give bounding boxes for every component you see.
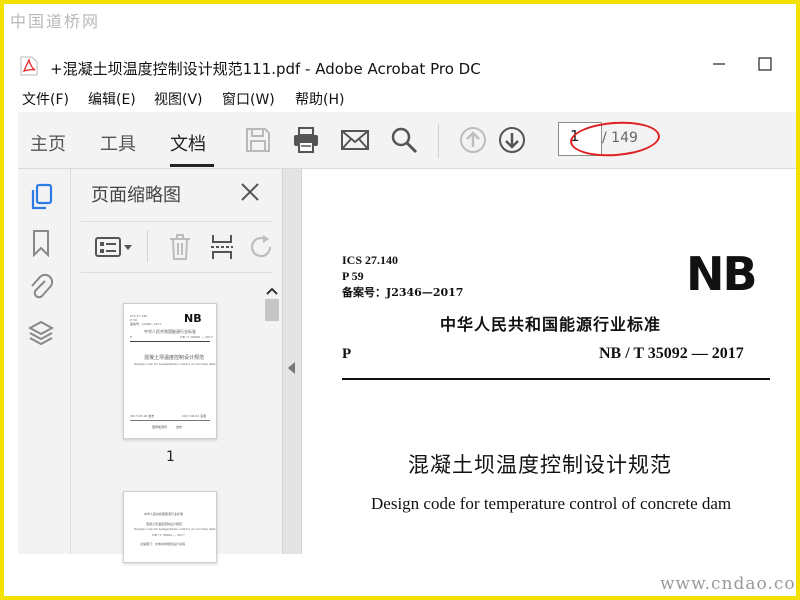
thumb-impl-date: 2017-08-01 实施 — [182, 414, 207, 418]
doc-nb-logo: NB — [686, 247, 758, 301]
left-navigation-rail — [18, 169, 70, 554]
pages-icon[interactable] — [28, 183, 54, 211]
tab-home[interactable]: 主页 — [30, 130, 66, 156]
screenshot-frame: 中国道桥网 +混凝土坝温度控制设计规范111.pdf - Adobe Acrob… — [4, 4, 796, 596]
doc-chinese-title: 混凝土坝温度控制设计规范 — [408, 453, 672, 477]
doc-p: P 59 — [342, 269, 364, 283]
panel-toolbar — [81, 221, 273, 273]
doc-ics: ICS 27.140 — [342, 253, 399, 267]
thumb-logo: NB — [184, 312, 202, 325]
toolbar-separator — [438, 124, 439, 158]
thumb2-en-title: Design code for temperature control of c… — [134, 527, 216, 531]
arrow-down-circle-icon[interactable] — [497, 125, 527, 155]
thumb-code: NB / T 35092 — 2017 — [180, 335, 213, 339]
menu-help[interactable]: 帮助(H) — [295, 89, 344, 109]
doc-issuer: 中华人民共和国能源行业标准 — [440, 315, 662, 334]
active-tab-indicator — [170, 164, 214, 167]
menu-file[interactable]: 文件(F) — [22, 89, 69, 109]
thumbnail-options-icon[interactable] — [95, 236, 133, 258]
thumb-bottom-rule — [130, 420, 210, 421]
doc-code-p: P — [342, 346, 352, 362]
pdf-file-icon — [20, 56, 38, 76]
title-bar: +混凝土坝温度控制设计规范111.pdf - Adobe Acrobat Pro… — [4, 48, 796, 84]
document-view: ICS 27.140 P 59 备案号：J2346—2017 NB 中华人民共和… — [302, 169, 796, 554]
doc-english-title: Design code for temperature control of c… — [371, 494, 732, 513]
search-icon[interactable] — [389, 125, 419, 155]
thumbnail-scrollbar[interactable] — [261, 279, 283, 554]
scroll-thumb[interactable] — [265, 299, 279, 321]
thumbnail-page-number: 1 — [166, 449, 175, 465]
menu-edit[interactable]: 编辑(E) — [88, 89, 136, 109]
thumb-en-title: Design code for temperature control of c… — [134, 362, 216, 366]
thumb-publisher-suffix: 发布 — [176, 425, 183, 429]
attachment-icon[interactable] — [28, 273, 54, 301]
watermark-top: 中国道桥网 — [10, 12, 101, 31]
thumb-rule — [130, 341, 210, 342]
doc-record-number: 备案号：J2346—2017 — [342, 286, 464, 299]
tab-document[interactable]: 文档 — [170, 130, 206, 156]
menu-view[interactable]: 视图(V) — [154, 89, 203, 109]
panel-splitter[interactable] — [282, 169, 302, 554]
collapse-arrow-icon[interactable] — [288, 362, 296, 374]
page-thumbnail-2[interactable]: 中华人民共和国能源行业标准 混凝土坝温度控制设计规范 Design code f… — [123, 491, 217, 563]
scroll-up-icon[interactable] — [266, 287, 278, 295]
bookmark-icon[interactable] — [28, 229, 54, 257]
save-icon[interactable] — [243, 125, 273, 155]
thumb-code-p: P — [130, 335, 133, 339]
print-icon[interactable] — [291, 125, 321, 155]
main-toolbar: 主页 工具 文档 1 / 149 — [18, 112, 796, 169]
thumb-record: 备案号：J2346—2017 — [130, 322, 162, 326]
thumb2-issuer: 中华人民共和国能源行业标准 — [144, 512, 184, 516]
menu-bar: 文件(F) 编辑(E) 视图(V) 窗口(W) 帮助(H) — [4, 86, 796, 110]
thumbnail-panel: 页面缩略图 ICS 27.140 P 59 备案号：J2346—2017 NB … — [70, 169, 283, 563]
insert-page-icon[interactable] — [209, 233, 235, 261]
minimize-button[interactable] — [707, 52, 731, 76]
thumb2-cn-title: 混凝土坝温度控制设计规范 — [146, 522, 183, 526]
thumb-publisher: 国家能源局 — [152, 425, 168, 429]
tab-tools[interactable]: 工具 — [100, 130, 136, 156]
close-icon[interactable] — [239, 181, 261, 203]
arrow-up-circle-icon[interactable] — [458, 125, 488, 155]
mail-icon[interactable] — [340, 125, 370, 155]
thumb-issue-date: 2017-03-28 发布 — [130, 414, 155, 418]
thumb2-line: 主编部门：水电水利规划设计总院 — [140, 542, 186, 546]
thumb-cn-title: 混凝土坝温度控制设计规范 — [144, 355, 205, 361]
window-title: +混凝土坝温度控制设计规范111.pdf - Adobe Acrobat Pro… — [50, 60, 481, 78]
menu-window[interactable]: 窗口(W) — [222, 89, 275, 109]
watermark-bottom: www.cndao.com — [660, 574, 796, 594]
delete-icon[interactable] — [167, 233, 193, 261]
doc-standard-code: NB / T 35092 — 2017 — [599, 345, 744, 362]
tool-separator — [147, 230, 148, 262]
panel-title: 页面缩略图 — [91, 185, 181, 206]
layers-icon[interactable] — [28, 319, 54, 347]
maximize-button[interactable] — [753, 52, 777, 76]
thumb2-code: NB / T 35092 — 2017 — [152, 533, 185, 537]
rotate-icon[interactable] — [249, 234, 275, 260]
page-thumbnail-1[interactable]: ICS 27.140 P 59 备案号：J2346—2017 NB 中华人民共和… — [123, 303, 217, 439]
doc-rule-line — [342, 378, 770, 380]
